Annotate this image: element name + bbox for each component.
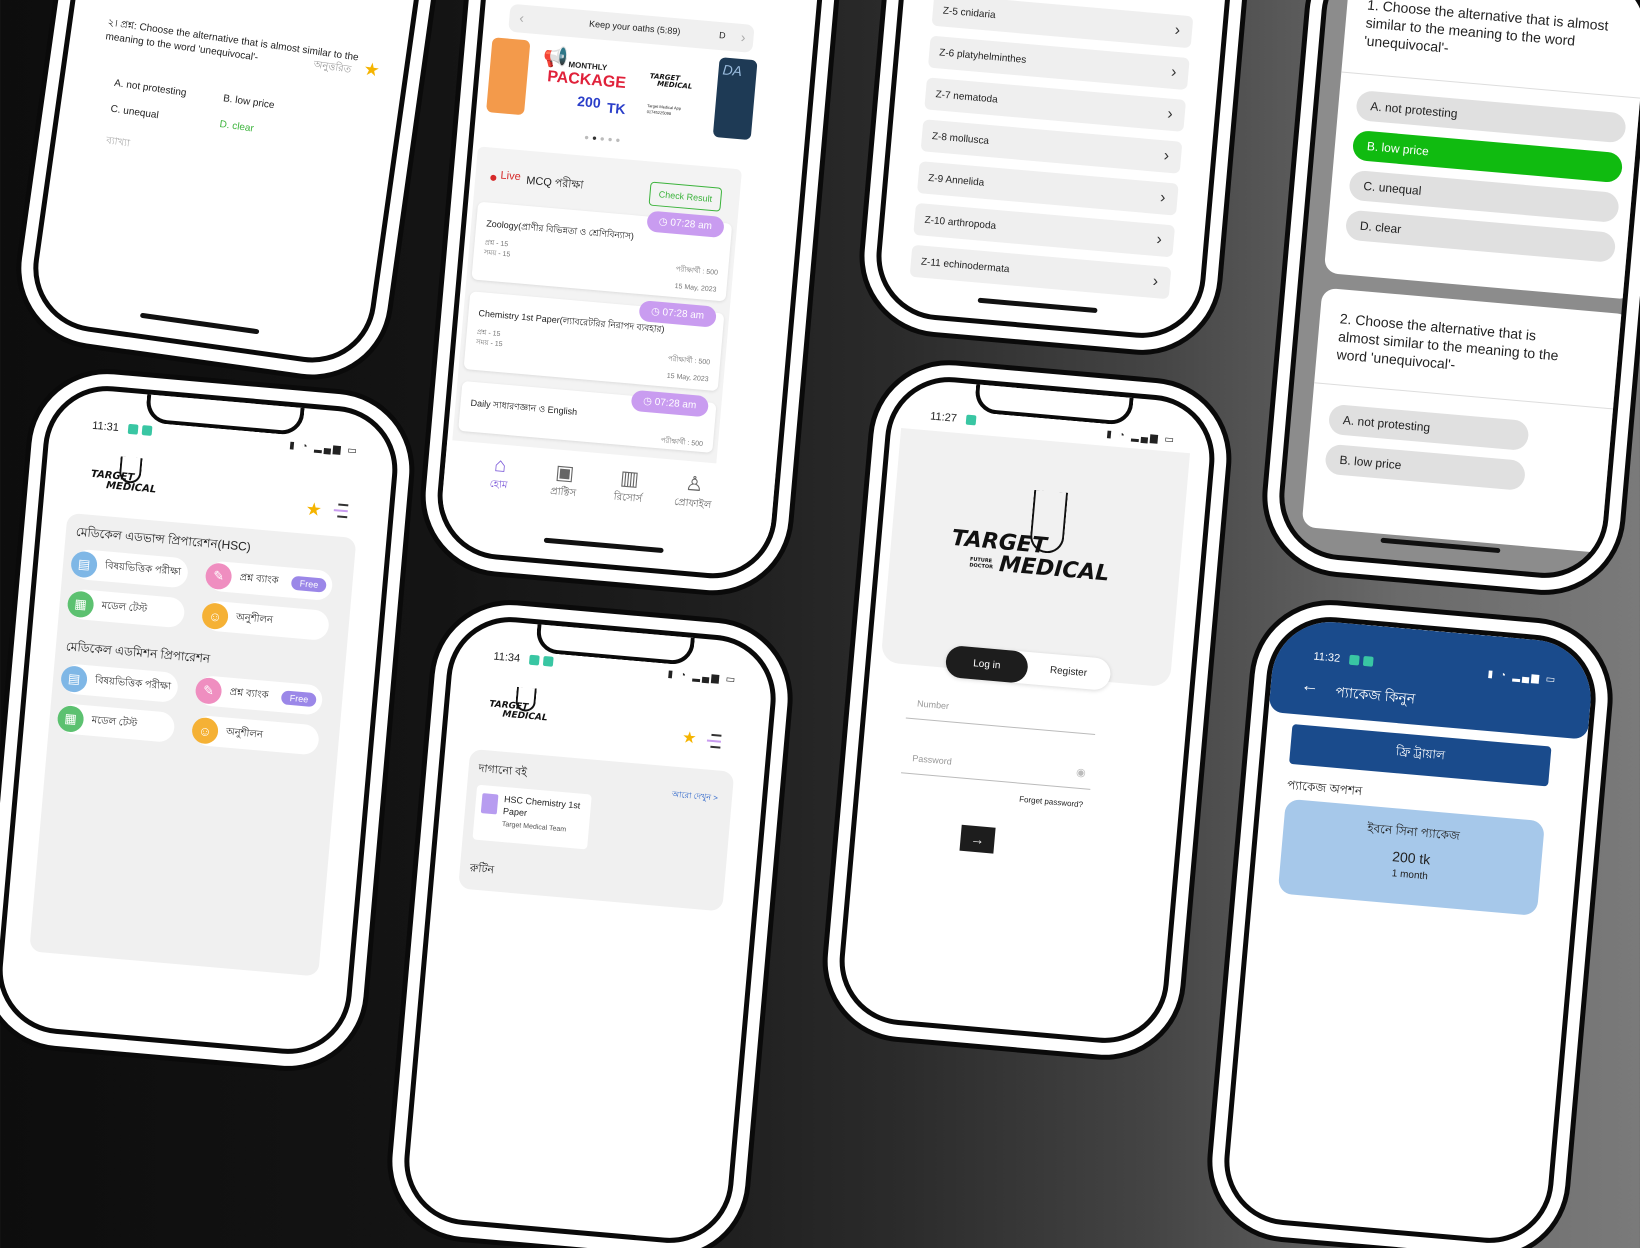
exam-title: Daily সাধারণজ্ঞান ও English <box>470 397 578 418</box>
phone-book: 11:34 ▮ ◔ ▂▄▆ ▭ TARGET MEDICAL ★ দাগানো … <box>399 611 781 1248</box>
chevron-right-icon: › <box>1152 272 1159 291</box>
option-b: B. low price <box>222 93 276 112</box>
app-notification-icon <box>1348 654 1360 666</box>
menu-icon[interactable] <box>333 503 349 519</box>
exam-title: Chemistry 1st Paper(ল্যাবরেটরির নিরাপদ ব… <box>478 308 665 335</box>
nav-resource[interactable]: ▥ রিসোর্স <box>602 464 655 510</box>
password-placeholder: Password <box>911 753 953 767</box>
password-field[interactable]: Password ◉ <box>901 744 1093 790</box>
book-author: Target Medical Team <box>501 820 567 834</box>
home-icon: ⌂ <box>493 454 508 478</box>
live-label: Live <box>500 169 522 184</box>
nav-home[interactable]: ⌂ হোম <box>473 452 526 496</box>
chevron-right-icon: › <box>1170 63 1178 82</box>
book-title: HSC Chemistry 1st Paper <box>502 794 581 819</box>
status-time: 11:31 <box>91 419 120 435</box>
submit-button[interactable]: → <box>959 824 996 854</box>
participant-count: পরীক্ষার্থী : 500 <box>667 355 711 367</box>
exam-duration: সময় - 15 <box>475 338 503 349</box>
arrow-right-icon: → <box>969 830 986 848</box>
promo-phone: 01745225098 <box>646 108 672 117</box>
star-icon[interactable]: ★ <box>362 58 381 81</box>
status-time: 11:27 <box>929 410 958 425</box>
verse-letter: D <box>718 29 727 41</box>
number-field[interactable]: Number <box>905 689 1098 736</box>
status-icons: ▮ ◔ ▂▄▆ ▭ <box>288 439 360 458</box>
number-placeholder: Number <box>916 698 950 712</box>
app-notification-icon <box>1362 655 1374 667</box>
tab-register[interactable]: Register <box>1026 652 1110 691</box>
chevron-right-icon: › <box>1174 21 1181 40</box>
chevron-right-icon: › <box>1166 105 1174 123</box>
option-a: A. not protesting <box>113 77 188 99</box>
phone-home: 11:31 ▮ ◔ ▂▄▆ ▭ TARGET MEDICAL ★ মেডিকেল… <box>0 380 403 1060</box>
promo-side-card-right[interactable]: DA <box>712 57 758 141</box>
app-notification-icon <box>965 414 977 426</box>
app-logo: TARGET MEDICAL <box>488 686 549 723</box>
app-notification-icon <box>542 655 554 667</box>
promo-side-card-left[interactable] <box>486 37 531 116</box>
question-text: Choose the alternative that is almost si… <box>104 21 360 64</box>
app-notification-icon <box>141 425 153 436</box>
star-icon[interactable]: ★ <box>681 727 697 748</box>
tab-login[interactable]: Log in <box>944 644 1030 684</box>
exam-date: 15 May, 2023 <box>674 283 717 294</box>
exam-duration: সময় - 15 <box>483 249 511 259</box>
practice-icon: ▣ <box>554 461 576 485</box>
forgot-password-link[interactable]: Forget password? <box>1019 795 1084 810</box>
status-time: 11:34 <box>492 650 521 665</box>
routine-title: রুটিন <box>469 862 495 877</box>
phone-feed: ‹ Keep your oaths (5:89) D › 📢 MONTHLY P… <box>432 0 828 584</box>
status-time: 11:32 <box>1312 650 1341 665</box>
free-trial-button[interactable]: ফ্রি ট্রায়াল <box>1289 723 1552 787</box>
promo-logo: TARGET MEDICAL <box>649 72 693 91</box>
participant-count: পরীক্ষার্থী : 500 <box>675 266 719 277</box>
explanation-label[interactable]: ব্যাখ্যা <box>105 133 131 153</box>
eye-icon[interactable]: ◉ <box>1076 766 1087 780</box>
app-notification-icon <box>127 423 139 435</box>
status-icons: ▮ ◔ ▂▄▆ ▭ <box>667 668 738 686</box>
free-badge: Free <box>281 690 317 708</box>
question-number: ২। প্রশ্ন: <box>106 17 138 33</box>
verse-text: Keep your oaths (5:89) <box>588 18 681 37</box>
participant-count: পরীক্ষার্থী : 500 <box>660 437 704 449</box>
promo-big: PACKAGE <box>546 68 627 92</box>
book-icon: ▥ <box>619 467 640 491</box>
free-badge: Free <box>291 575 327 593</box>
megaphone-icon: 📢 <box>542 45 569 70</box>
promo-unit: TK <box>606 99 627 118</box>
status-icons: ▮ ◔ ▂▄▆ ▭ <box>1105 428 1177 446</box>
nav-practice[interactable]: ▣ প্রাক্টিস <box>537 458 590 504</box>
phone-package: 11:32 ▮ ◔ ▂▄▆ ▭ ← প্যাকেজ কিনুন ফ্রি ট্র… <box>1219 611 1601 1248</box>
exam-date: 15 May, 2023 <box>666 372 709 384</box>
chevron-right-icon[interactable]: › <box>740 29 746 45</box>
package-card[interactable]: ইবনে সিনা প্যাকেজ 200 tk 1 month <box>1277 798 1545 916</box>
chevron-right-icon: › <box>1163 147 1170 165</box>
profile-icon: ♙ <box>684 472 705 497</box>
phone-login: 11:27 ▮ ◔ ▂▄▆ ▭ TARGET FUTURE DOCTOR MED… <box>834 371 1220 1049</box>
promo-price: 200 <box>576 92 602 111</box>
chevron-right-icon: › <box>1159 189 1167 207</box>
star-icon[interactable]: ★ <box>305 499 323 521</box>
app-notification-icon <box>528 654 540 666</box>
back-arrow-icon[interactable]: ← <box>1300 675 1320 697</box>
chevron-left-icon[interactable]: ‹ <box>519 10 525 26</box>
book-card[interactable]: HSC Chemistry 1st Paper Target Medical T… <box>472 784 592 850</box>
option-d-correct: D. clear <box>218 118 255 135</box>
phone-chapter-list: Z-5 cnidaria › Z-6 platyhelminthes › Z-7 n… <box>871 0 1255 344</box>
nav-profile[interactable]: ♙ প্রোফাইল <box>667 469 720 515</box>
menu-icon[interactable] <box>706 733 722 749</box>
promo-banner[interactable]: 📢 MONTHLY PACKAGE 200 TK TARGET MEDICAL … <box>533 41 710 136</box>
phone-quiz: 1. Choose the alternative that is almost… <box>1274 0 1640 584</box>
app-logo: TARGET MEDICAL <box>90 456 158 496</box>
chevron-right-icon: › <box>1155 231 1163 249</box>
phone-question-review: ২। প্রশ্ন: Choose the alternative that i… <box>25 0 460 371</box>
book-cover-icon <box>480 793 499 815</box>
option-c: C. unequal <box>109 103 160 122</box>
carousel-dots[interactable]: ●●●●● <box>584 133 624 145</box>
